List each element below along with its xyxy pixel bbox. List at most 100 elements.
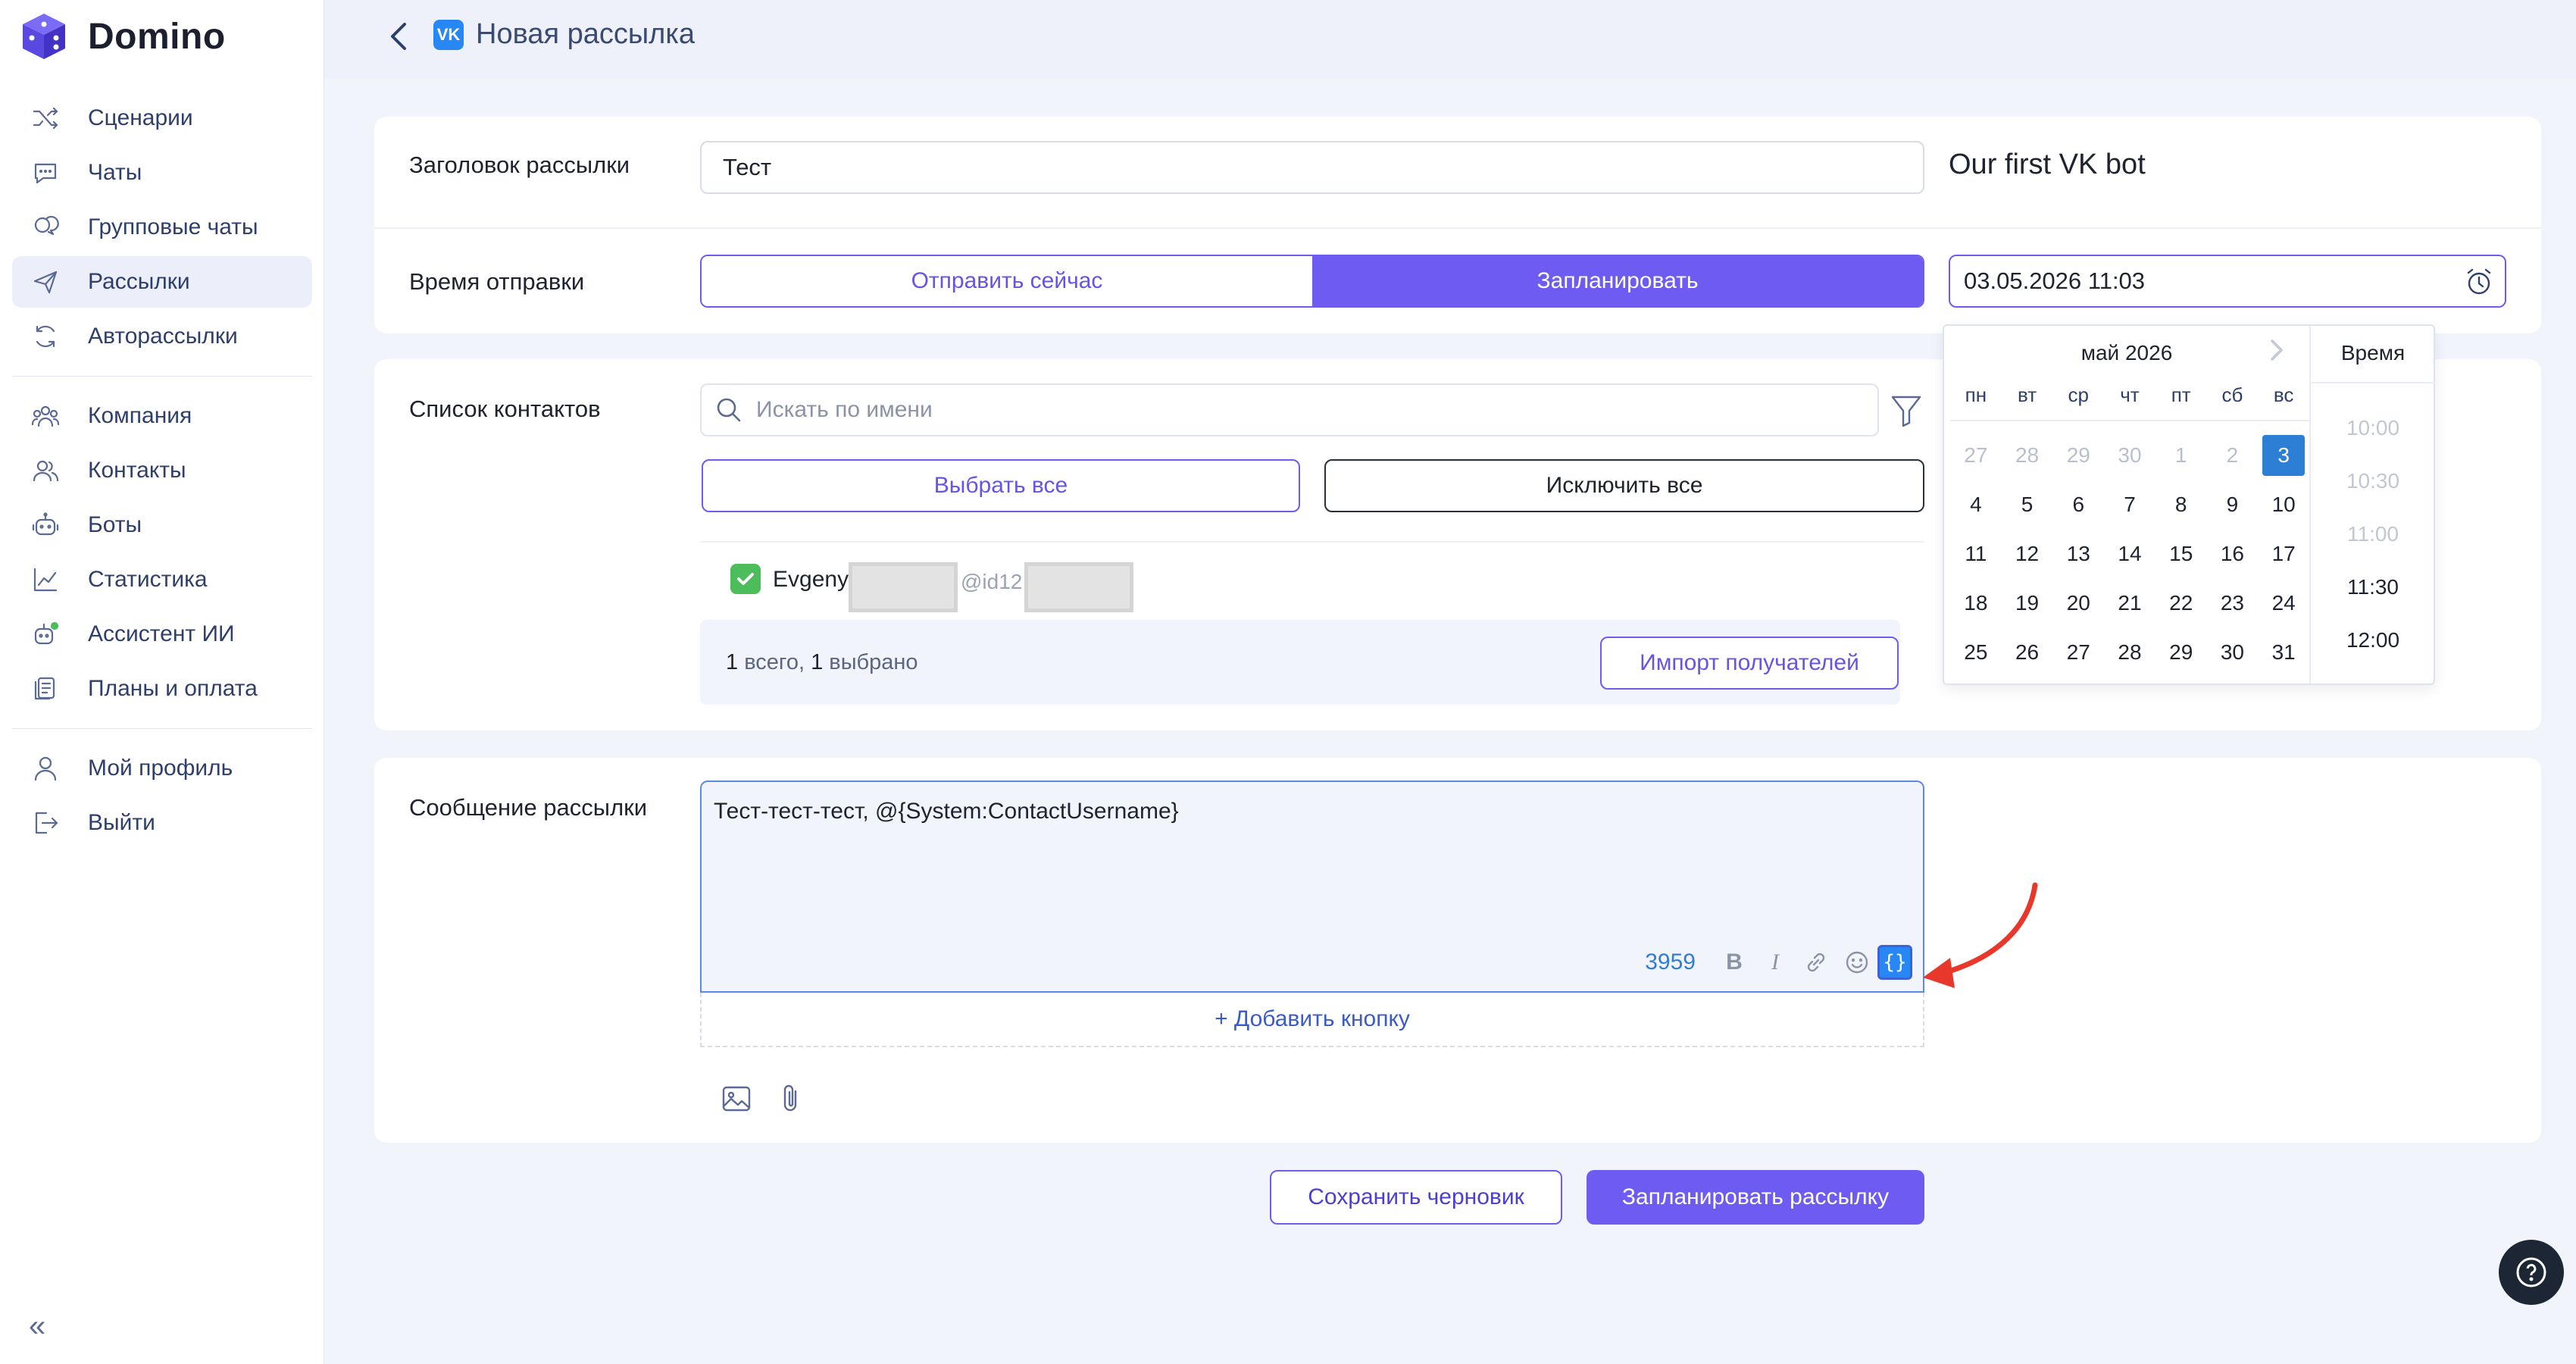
search-icon bbox=[717, 398, 741, 422]
calendar-day[interactable]: 16 bbox=[2207, 529, 2259, 578]
weekday-label: вс bbox=[2273, 383, 2294, 406]
calendar-day[interactable]: 5 bbox=[2002, 480, 2053, 529]
calendar-day[interactable]: 27 bbox=[2052, 627, 2104, 677]
sidebar-item-chats[interactable]: Чаты bbox=[12, 147, 312, 199]
calendar-day[interactable]: 11 bbox=[1950, 529, 2002, 578]
calendar-day[interactable]: 27 bbox=[1950, 430, 2002, 480]
time-slot[interactable]: 11:00 bbox=[2311, 508, 2435, 561]
chat-icon bbox=[30, 158, 61, 188]
image-icon[interactable] bbox=[720, 1082, 753, 1115]
emoji-icon[interactable] bbox=[1837, 944, 1877, 981]
calendar-day[interactable]: 29 bbox=[2156, 627, 2207, 677]
calendar-day[interactable]: 25 bbox=[1950, 627, 2002, 677]
link-icon[interactable] bbox=[1796, 944, 1837, 981]
calendar-day[interactable]: 2 bbox=[2207, 430, 2259, 480]
calendar-day-selected[interactable]: 3 bbox=[2258, 430, 2309, 480]
send-time-label: Время отправки bbox=[409, 268, 585, 295]
sidebar-item-bots[interactable]: Боты bbox=[12, 499, 312, 551]
calendar-day[interactable]: 8 bbox=[2156, 480, 2207, 529]
calendar-day[interactable]: 17 bbox=[2258, 529, 2309, 578]
sidebar-item-label: Статистика bbox=[88, 567, 208, 592]
contact-row[interactable]: Evgeny @id12 bbox=[700, 541, 1924, 617]
calendar-day[interactable]: 7 bbox=[2104, 480, 2156, 529]
calendar-day[interactable]: 4 bbox=[1950, 480, 2002, 529]
select-all-button[interactable]: Выбрать все bbox=[702, 459, 1300, 512]
sidebar-item-profile[interactable]: Мой профиль bbox=[12, 743, 312, 794]
import-recipients-button[interactable]: Импорт получателей bbox=[1600, 637, 1899, 690]
calendar-day[interactable]: 1 bbox=[2156, 430, 2207, 480]
alarm-clock-icon[interactable] bbox=[2464, 267, 2494, 297]
exclude-all-button[interactable]: Исключить все bbox=[1324, 459, 1924, 512]
question-icon bbox=[2516, 1257, 2546, 1287]
paperclip-icon[interactable] bbox=[774, 1082, 808, 1115]
weekday-label: пт bbox=[2171, 383, 2191, 406]
calendar-day[interactable]: 10 bbox=[2258, 480, 2309, 529]
time-header: Время bbox=[2340, 341, 2406, 364]
sidebar-item-mailings[interactable]: Рассылки bbox=[12, 256, 312, 308]
sidebar-item-contacts[interactable]: Контакты bbox=[12, 445, 312, 496]
calendar-day[interactable]: 26 bbox=[2002, 627, 2053, 677]
calendar-day[interactable]: 30 bbox=[2104, 430, 2156, 480]
checkbox-checked[interactable] bbox=[730, 564, 761, 594]
calendar-day[interactable]: 12 bbox=[2002, 529, 2053, 578]
back-arrow-icon[interactable] bbox=[385, 20, 415, 53]
bold-icon[interactable]: B bbox=[1714, 944, 1755, 981]
help-button[interactable] bbox=[2499, 1240, 2564, 1305]
auto-send-icon bbox=[30, 321, 61, 352]
contacts-icon bbox=[30, 455, 61, 486]
calendar-day[interactable]: 19 bbox=[2002, 578, 2053, 627]
collapse-sidebar-icon[interactable]: « bbox=[29, 1311, 59, 1341]
calendar-day[interactable]: 14 bbox=[2104, 529, 2156, 578]
next-month-icon[interactable] bbox=[2265, 336, 2288, 364]
mailing-title-input[interactable]: Тест bbox=[700, 141, 1924, 194]
time-slot[interactable]: 10:00 bbox=[2311, 402, 2435, 455]
sidebar-item-auto-mailings[interactable]: Авторассылки bbox=[12, 311, 312, 362]
calendar-day[interactable]: 30 bbox=[2207, 627, 2259, 677]
time-slot[interactable]: 12:00 bbox=[2311, 614, 2435, 667]
sidebar-item-logout[interactable]: Выйти bbox=[12, 797, 312, 849]
weekday-label: сб bbox=[2221, 383, 2243, 406]
calendar-day[interactable]: 20 bbox=[2052, 578, 2104, 627]
schedule-button[interactable]: Запланировать bbox=[1312, 256, 1923, 306]
time-divider bbox=[2311, 382, 2435, 383]
group-chat-icon bbox=[30, 212, 61, 242]
send-now-button[interactable]: Отправить сейчас bbox=[702, 256, 1312, 306]
contact-name: Evgeny bbox=[773, 567, 849, 592]
time-slot[interactable]: 10:30 bbox=[2311, 455, 2435, 508]
calendar-day[interactable]: 9 bbox=[2207, 480, 2259, 529]
time-slot[interactable]: 11:30 bbox=[2311, 561, 2435, 614]
save-draft-button[interactable]: Сохранить черновик bbox=[1270, 1170, 1562, 1225]
calendar-day[interactable]: 23 bbox=[2207, 578, 2259, 627]
contact-search-input[interactable]: Искать по имени bbox=[700, 383, 1879, 436]
calendar-day[interactable]: 28 bbox=[2002, 430, 2053, 480]
calendar-day[interactable]: 22 bbox=[2156, 578, 2207, 627]
sidebar-item-scenarios[interactable]: Сценарии bbox=[12, 92, 312, 144]
sidebar-item-billing[interactable]: Планы и оплата bbox=[12, 663, 312, 715]
calendar-day[interactable]: 6 bbox=[2052, 480, 2104, 529]
sidebar-item-statistics[interactable]: Статистика bbox=[12, 554, 312, 605]
sidebar-item-label: Чаты bbox=[88, 160, 142, 185]
datetime-input[interactable]: 03.05.2026 11:03 bbox=[1949, 255, 2506, 308]
sidebar-item-ai-assistant[interactable]: Ассистент ИИ bbox=[12, 608, 312, 660]
calendar-day[interactable]: 29 bbox=[2052, 430, 2104, 480]
calendar-day[interactable]: 13 bbox=[2052, 529, 2104, 578]
add-button-button[interactable]: + Добавить кнопку bbox=[700, 993, 1924, 1047]
calendar-day[interactable]: 28 bbox=[2104, 627, 2156, 677]
sidebar-item-group-chats[interactable]: Групповые чаты bbox=[12, 202, 312, 253]
sidebar-item-company[interactable]: Компания bbox=[12, 390, 312, 442]
schedule-mailing-button[interactable]: Запланировать рассылку bbox=[1587, 1170, 1924, 1225]
message-editor[interactable]: Тест-тест-тест, @{System:ContactUsername… bbox=[700, 781, 1924, 993]
calendar-day[interactable]: 24 bbox=[2258, 578, 2309, 627]
filter-icon[interactable] bbox=[1890, 393, 1923, 429]
logo[interactable]: Domino bbox=[17, 6, 226, 67]
nav-divider bbox=[12, 728, 312, 729]
redacted-block bbox=[1024, 562, 1133, 612]
variable-braces-icon[interactable]: {} bbox=[1877, 945, 1912, 980]
calendar-day[interactable]: 21 bbox=[2104, 578, 2156, 627]
calendar-day[interactable]: 18 bbox=[1950, 578, 2002, 627]
italic-icon[interactable]: I bbox=[1755, 944, 1796, 981]
calendar-day[interactable]: 15 bbox=[2156, 529, 2207, 578]
search-placeholder: Искать по имени bbox=[756, 397, 933, 422]
sidebar-item-label: Авторассылки bbox=[88, 324, 238, 349]
calendar-day[interactable]: 31 bbox=[2258, 627, 2309, 677]
